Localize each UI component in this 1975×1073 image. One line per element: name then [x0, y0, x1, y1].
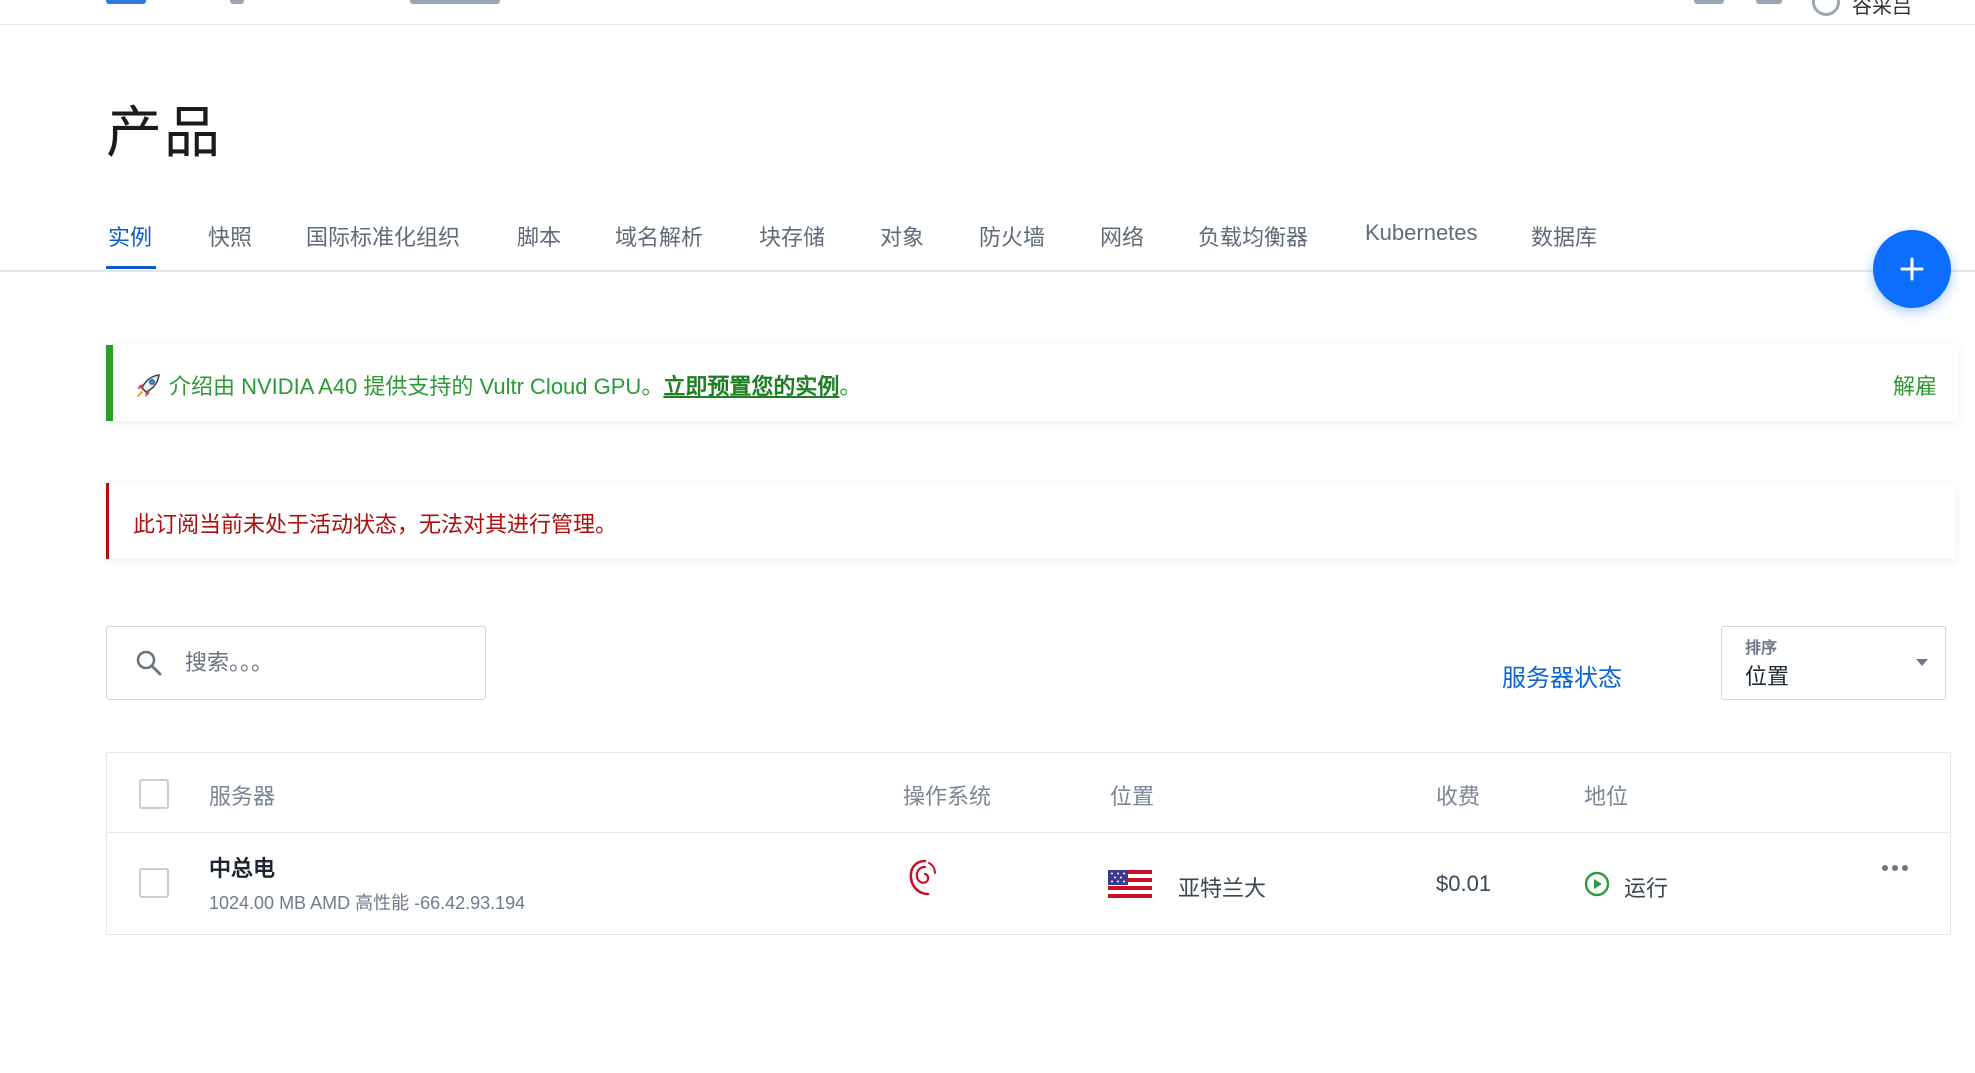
header-location[interactable]: 位置 [1110, 779, 1154, 811]
tab-snapshots[interactable]: 快照 [208, 220, 252, 252]
nav-item-fragment[interactable] [410, 0, 500, 4]
tab-instances[interactable]: 实例 [108, 220, 152, 252]
promo-text: 介绍由 NVIDIA A40 提供支持的 Vultr Cloud GPU。 [169, 374, 664, 399]
nav-item-fragment[interactable] [230, 0, 244, 4]
chevron-down-icon [1916, 659, 1928, 666]
tab-iso[interactable]: 国际标准化组织 [306, 220, 460, 252]
more-options-icon[interactable] [1881, 863, 1909, 873]
server-charges: $0.01 [1436, 871, 1492, 896]
header-os[interactable]: 操作系统 [903, 779, 991, 811]
table-header: 服务器 操作系统 位置 收费 地位 [107, 753, 1950, 833]
product-tabs: 实例 快照 国际标准化组织 脚本 域名解析 块存储 对象 防火墙 网络 负载均衡… [0, 210, 1975, 272]
server-location: 亚特兰大 [1178, 876, 1267, 901]
header-server[interactable]: 服务器 [209, 779, 275, 811]
sort-value: 位置 [1745, 664, 1790, 689]
account-name[interactable]: 谷采吕 [1852, 0, 1912, 19]
tab-kubernetes[interactable]: Kubernetes [1365, 220, 1478, 246]
select-all-checkbox[interactable] [139, 779, 169, 809]
table-row[interactable]: 中总电 1024.00 MB AMD 高性能 -66.42.93.194 亚特兰… [107, 833, 1950, 934]
add-product-button[interactable] [1873, 230, 1951, 308]
server-status: 运行 [1624, 876, 1669, 901]
top-navigation-bar: 谷采吕 [0, 0, 1975, 25]
tab-scripts[interactable]: 脚本 [517, 220, 561, 252]
search-icon [136, 650, 162, 676]
debian-icon [909, 859, 936, 896]
server-description: 1024.00 MB AMD 高性能 -66.42.93.194 [209, 893, 526, 913]
promo-suffix: 。 [839, 374, 862, 399]
us-flag-icon [1108, 870, 1152, 898]
instances-table: 服务器 操作系统 位置 收费 地位 中总电 1024.00 MB AMD 高性能… [106, 752, 1951, 935]
rocket-icon [137, 374, 160, 397]
gpu-promo-banner: 介绍由 NVIDIA A40 提供支持的 Vultr Cloud GPU。立即预… [106, 345, 1959, 421]
search-input[interactable] [183, 643, 467, 683]
sort-label: 排序 [1745, 640, 1778, 657]
plus-icon [1900, 257, 1924, 281]
header-charges[interactable]: 收费 [1436, 779, 1480, 811]
tab-dns[interactable]: 域名解析 [615, 220, 703, 252]
server-name[interactable]: 中总电 [209, 851, 275, 883]
header-status[interactable]: 地位 [1584, 779, 1628, 811]
tab-objects[interactable]: 对象 [880, 220, 924, 252]
server-status-link[interactable]: 服务器状态 [1502, 658, 1622, 693]
tab-firewall[interactable]: 防火墙 [979, 220, 1045, 252]
running-status-icon [1584, 871, 1610, 897]
active-tab-indicator [106, 266, 156, 269]
logo-fragment [106, 0, 146, 4]
tab-databases[interactable]: 数据库 [1531, 220, 1597, 252]
alert-text: 此订阅当前未处于活动状态，无法对其进行管理。 [133, 512, 618, 537]
tab-network[interactable]: 网络 [1100, 220, 1144, 252]
bell-icon[interactable] [1756, 0, 1782, 4]
page-title: 产品 [106, 101, 222, 164]
dismiss-button[interactable]: 解雇 [1893, 369, 1937, 401]
tab-block-storage[interactable]: 块存储 [759, 220, 825, 252]
tab-load-balancers[interactable]: 负载均衡器 [1198, 220, 1308, 252]
support-icon[interactable] [1694, 0, 1724, 4]
sort-select[interactable]: 排序 位置 [1721, 626, 1946, 700]
subscription-alert: 此订阅当前未处于活动状态，无法对其进行管理。 [106, 483, 1955, 559]
row-checkbox[interactable] [139, 868, 169, 898]
promo-text-line: 介绍由 NVIDIA A40 提供支持的 Vultr Cloud GPU。立即预… [135, 369, 861, 401]
search-box[interactable] [106, 626, 486, 700]
promo-link[interactable]: 立即预置您的实例 [663, 374, 839, 399]
user-icon[interactable] [1812, 0, 1840, 16]
